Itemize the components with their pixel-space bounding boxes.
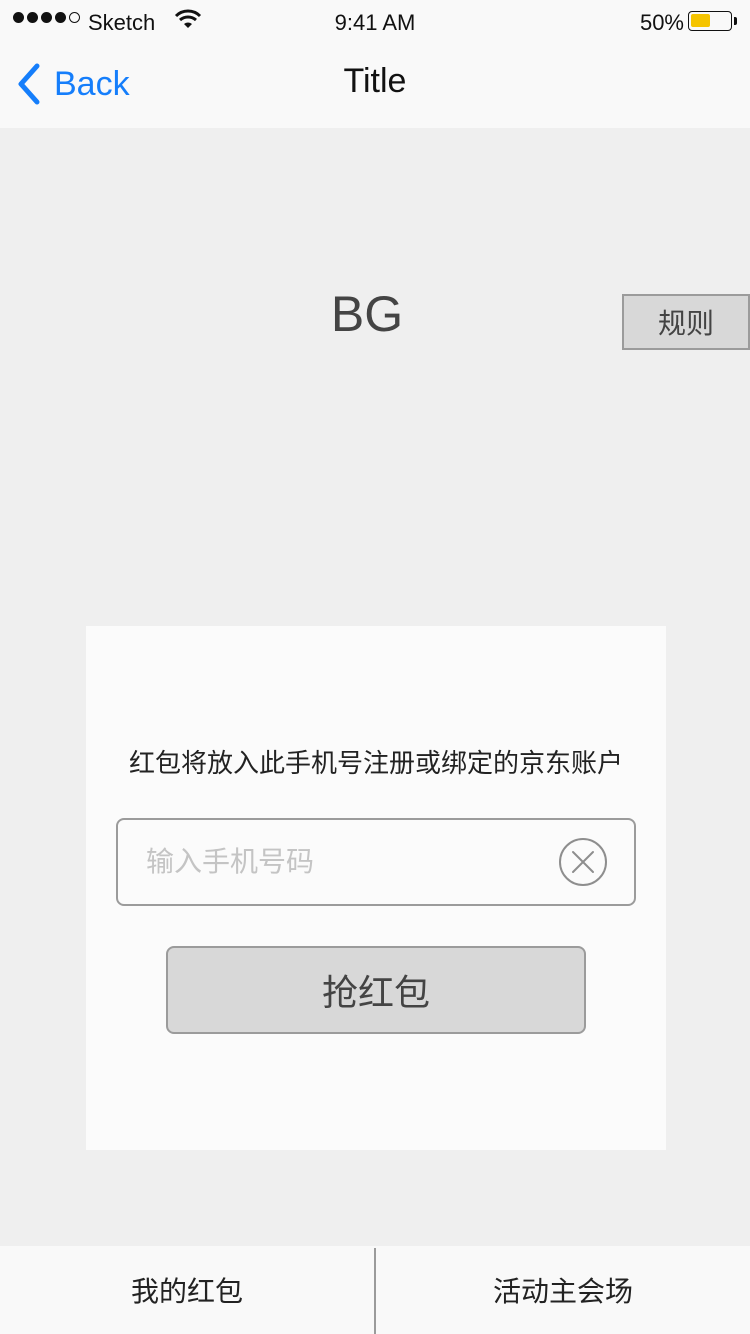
phone-field: [116, 818, 636, 906]
card-message: 红包将放入此手机号注册或绑定的京东账户: [128, 748, 623, 778]
phone-input[interactable]: [146, 820, 546, 904]
status-bar: Sketch 9:41 AM 50%: [0, 0, 750, 40]
battery-percent: 50%: [639, 10, 684, 35]
bottom-tab-bar: 我的红包 活动主会场: [0, 1246, 750, 1334]
tab-main-venue[interactable]: 活动主会场: [376, 1246, 750, 1334]
page-title: Title: [343, 62, 407, 100]
tab-my-redpackets[interactable]: 我的红包: [0, 1246, 374, 1334]
nav-bar: Back Title: [0, 40, 750, 128]
clear-circle-icon[interactable]: [558, 837, 608, 887]
grab-redpacket-button[interactable]: 抢红包: [166, 946, 586, 1034]
rules-button[interactable]: 规则: [622, 294, 750, 350]
redpacket-card: 红包将放入此手机号注册或绑定的京东账户 抢红包: [86, 626, 666, 1150]
battery-icon: [688, 11, 737, 31]
clock: 9:41 AM: [334, 10, 416, 35]
